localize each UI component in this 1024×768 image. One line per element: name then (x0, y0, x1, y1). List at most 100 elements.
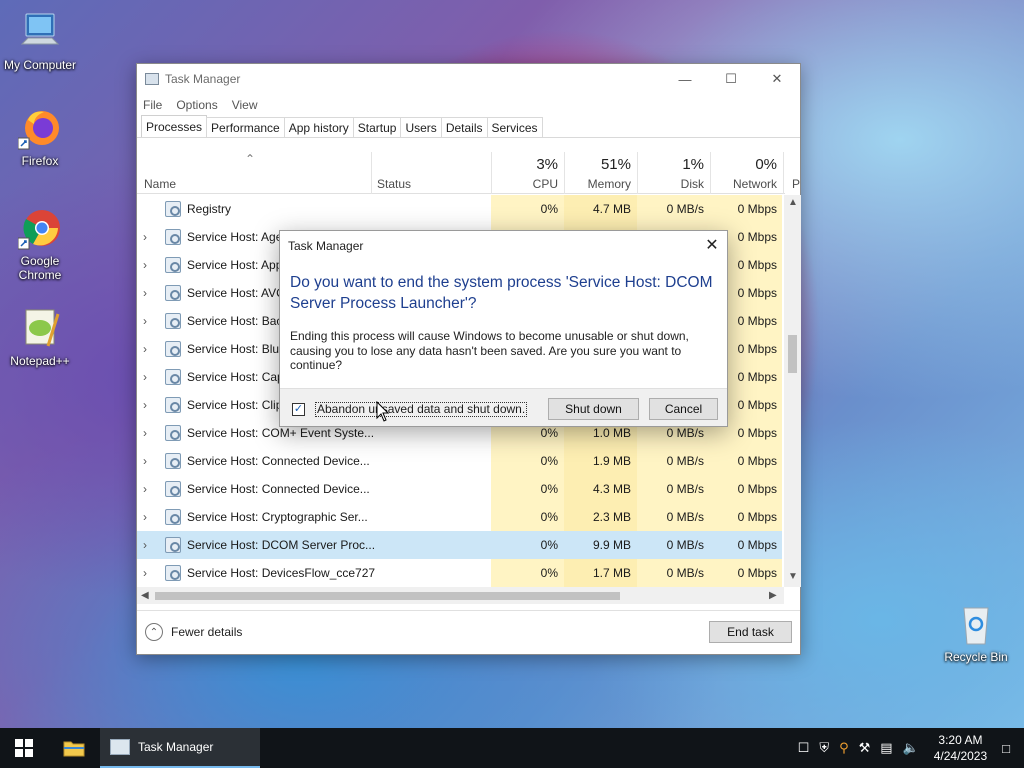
volume-icon[interactable]: 🔈 (903, 740, 919, 756)
taskbar-app-label: Task Manager (138, 740, 214, 754)
chevron-right-icon[interactable]: › (143, 426, 161, 440)
process-mem: 4.3 MB (564, 475, 637, 503)
scroll-thumb[interactable] (788, 335, 797, 373)
search-icon[interactable]: ⚲ (839, 740, 849, 756)
gear-icon (165, 229, 181, 245)
column-memory[interactable]: Memory (564, 177, 631, 191)
desktop-icon-google-chrome[interactable]: Google Chrome (0, 206, 80, 282)
gear-icon (165, 397, 181, 413)
column-power-partial[interactable]: P (792, 177, 800, 191)
process-disk: 0 MB/s (637, 559, 710, 587)
file-explorer-taskbar-button[interactable] (52, 728, 96, 768)
tab-app-history[interactable]: App history (283, 117, 354, 137)
maximize-icon[interactable]: ☐ (708, 64, 754, 94)
memory-percent[interactable]: 51% (564, 156, 631, 173)
abandon-data-checkbox-label[interactable]: Abandon unsaved data and shut down. (315, 402, 528, 417)
tab-startup[interactable]: Startup (352, 117, 402, 137)
shut-down-button[interactable]: Shut down (548, 398, 639, 420)
scroll-up-icon[interactable]: ▲ (788, 197, 798, 208)
tray-square-icon[interactable]: ☐ (798, 740, 810, 756)
chevron-right-icon[interactable]: › (143, 230, 161, 244)
chevron-right-icon[interactable]: › (143, 342, 161, 356)
menu-bar: File Options View (137, 94, 800, 116)
table-row[interactable]: › Service Host: Cryptographic Ser... 0% 2.3… (137, 503, 782, 531)
chevron-right-icon[interactable]: › (143, 258, 161, 272)
task-manager-taskbar-button[interactable]: Task Manager (100, 728, 260, 768)
desktop-icon-firefox[interactable]: Firefox (0, 106, 80, 168)
tool-icon[interactable]: ⚒ (859, 740, 871, 756)
taskbar: Task Manager ☐ ⛨ ⚲ ⚒ ▤ 🔈 3:20 AM 4/24/20… (0, 728, 1024, 768)
end-task-button[interactable]: End task (709, 621, 792, 643)
column-name[interactable]: Name (144, 177, 176, 191)
column-cpu[interactable]: CPU (491, 177, 558, 191)
disk-percent[interactable]: 1% (637, 156, 704, 173)
abandon-data-checkbox[interactable]: ✓ (292, 403, 305, 416)
chevron-right-icon[interactable]: › (143, 286, 161, 300)
network-percent[interactable]: 0% (710, 156, 777, 173)
notifications-icon[interactable]: □ (1002, 741, 1010, 756)
gear-icon (165, 509, 181, 525)
process-name: Service Host: Connected Device... (187, 454, 370, 468)
notepad-plus-plus-icon (18, 306, 62, 350)
start-button[interactable] (0, 728, 48, 768)
tab-performance[interactable]: Performance (206, 117, 285, 137)
scroll-down-icon[interactable]: ▼ (788, 571, 798, 582)
minimize-icon[interactable]: — (662, 64, 708, 94)
desktop-icon-label: Recycle Bin (944, 650, 1008, 664)
tab-services[interactable]: Services (486, 117, 543, 137)
footer: ⌃ Fewer details End task (137, 610, 800, 654)
process-net: 0 Mbps (710, 195, 782, 223)
tab-details[interactable]: Details (440, 117, 488, 137)
column-disk[interactable]: Disk (637, 177, 704, 191)
table-row[interactable]: › Service Host: DCOM Server Proc... 0% 9.9 … (137, 531, 782, 559)
process-name: Service Host: Connected Device... (187, 482, 370, 496)
process-name: Registry (187, 202, 232, 216)
close-icon[interactable]: ✕ (754, 64, 800, 94)
chevron-right-icon[interactable]: › (143, 566, 161, 580)
title-bar[interactable]: Task Manager — ☐ ✕ (137, 64, 800, 94)
gear-icon (165, 369, 181, 385)
shield-icon[interactable]: ⛨ (819, 740, 829, 756)
process-mem: 1.7 MB (564, 559, 637, 587)
column-status[interactable]: Status (377, 177, 411, 191)
menu-options[interactable]: Options (176, 98, 217, 112)
cpu-percent[interactable]: 3% (491, 156, 558, 173)
scroll-right-icon[interactable]: ▶ (769, 590, 777, 601)
network-icon[interactable]: ▤ (880, 740, 892, 756)
cancel-button[interactable]: Cancel (649, 398, 718, 420)
scroll-left-icon[interactable]: ◀ (141, 590, 149, 601)
menu-view[interactable]: View (232, 98, 258, 112)
horizontal-scrollbar[interactable]: ◀ ▶ (137, 587, 784, 604)
chevron-right-icon[interactable]: › (143, 510, 161, 524)
desktop-icon-my-computer[interactable]: My Computer (0, 10, 80, 72)
table-row[interactable]: › Service Host: Connected Device... 0% 4.3 … (137, 475, 782, 503)
desktop-icon-recycle-bin[interactable]: Recycle Bin (936, 602, 1016, 664)
process-net: 0 Mbps (710, 475, 782, 503)
table-row[interactable]: Registry 0% 4.7 MB 0 MB/s 0 Mbps (137, 195, 782, 223)
clock-date: 4/24/2023 (933, 749, 988, 763)
scroll-thumb[interactable] (155, 592, 620, 600)
gear-icon (165, 341, 181, 357)
gear-icon (165, 537, 181, 553)
clock[interactable]: 3:20 AM 4/24/2023 (934, 732, 987, 764)
chevron-right-icon[interactable]: › (143, 370, 161, 384)
column-network[interactable]: Network (710, 177, 777, 191)
chevron-right-icon[interactable]: › (143, 454, 161, 468)
chevron-right-icon[interactable]: › (143, 538, 161, 552)
chevron-right-icon[interactable]: › (143, 314, 161, 328)
desktop-icon-notepad-plus-plus[interactable]: Notepad++ (0, 306, 80, 368)
gear-icon (165, 453, 181, 469)
dialog-footer: ✓ Abandon unsaved data and shut down. Sh… (280, 388, 727, 426)
system-tray: ☐ ⛨ ⚲ ⚒ ▤ 🔈 3:20 AM 4/24/2023 □ (793, 728, 1024, 768)
table-row[interactable]: › Service Host: DevicesFlow_cce727 0% 1.7 M… (137, 559, 782, 587)
table-row[interactable]: › Service Host: Connected Device... 0% 1.9 … (137, 447, 782, 475)
close-icon[interactable]: ✕ (697, 231, 727, 259)
tab-processes[interactable]: Processes (141, 115, 208, 137)
process-net: 0 Mbps (710, 503, 782, 531)
menu-file[interactable]: File (143, 98, 162, 112)
chevron-right-icon[interactable]: › (143, 398, 161, 412)
chevron-right-icon[interactable]: › (143, 482, 161, 496)
tab-users[interactable]: Users (400, 117, 442, 137)
vertical-scrollbar[interactable]: ▲ ▼ (784, 195, 801, 587)
fewer-details-button[interactable]: ⌃ Fewer details (145, 623, 242, 641)
